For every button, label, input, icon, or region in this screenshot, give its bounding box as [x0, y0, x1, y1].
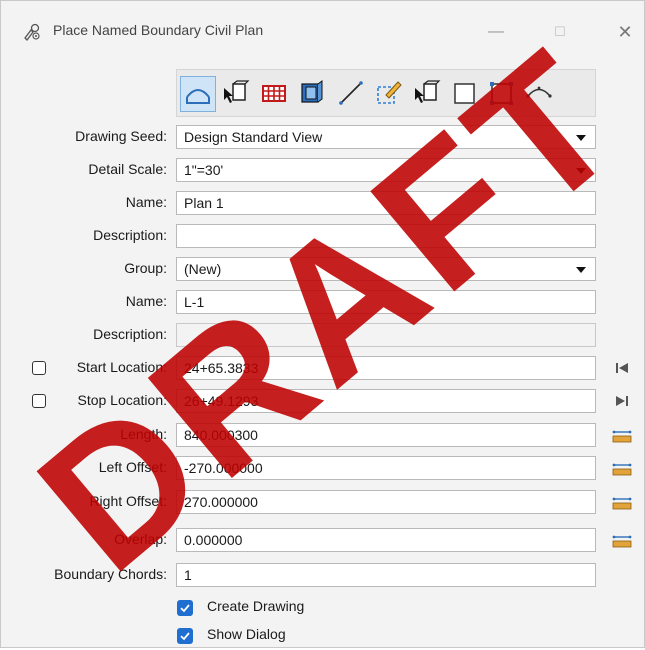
chevron-down-icon — [576, 168, 586, 174]
tool-button-9[interactable] — [484, 76, 520, 112]
line-icon — [339, 81, 363, 105]
start-location-label: Start Location: — [76, 359, 167, 375]
stop-location-row: Stop Location: 26+49.1293 — [1, 389, 644, 413]
left-offset-label: Left Offset: — [98, 459, 167, 475]
group-name-label: Name: — [125, 293, 167, 309]
stop-location-checkbox[interactable] — [32, 394, 46, 408]
go-to-end-icon[interactable] — [611, 390, 633, 412]
method-toolbar — [176, 69, 596, 117]
length-label: Length: — [120, 426, 167, 442]
drawing-seed-label: Drawing Seed: — [75, 128, 167, 144]
show-dialog-row: Show Dialog — [1, 626, 644, 650]
group-name-row: Name: L-1 — [1, 290, 644, 314]
minimize-button[interactable]: — — [482, 19, 510, 45]
description-row: Description: — [1, 224, 644, 248]
tool-button-6[interactable] — [372, 76, 408, 112]
grid-icon — [262, 85, 286, 102]
tool-button-3[interactable] — [257, 76, 293, 112]
boundary-chords-label: Boundary Chords: — [54, 566, 167, 582]
drawing-seed-row: Drawing Seed: Design Standard View — [1, 125, 644, 149]
civil-plan-icon — [186, 89, 210, 104]
group-value: (New) — [184, 261, 222, 277]
measure-icon[interactable] — [611, 529, 633, 551]
create-drawing-label: Create Drawing — [207, 598, 305, 614]
3d-volume-icon — [301, 80, 323, 103]
group-description-input[interactable] — [176, 323, 596, 347]
tool-button-10[interactable] — [522, 76, 558, 112]
stop-location-label: Stop Location: — [77, 392, 167, 408]
left-offset-row: Left Offset: -270.000000 — [1, 456, 644, 480]
group-description-label: Description: — [93, 326, 167, 342]
name-input[interactable]: Plan 1 — [176, 191, 596, 215]
boundary-chords-row: Boundary Chords: 1 — [1, 563, 644, 587]
group-row: Group: (New) — [1, 257, 644, 281]
checkmark-icon — [180, 632, 190, 641]
boundary-chords-input[interactable]: 1 — [176, 563, 596, 587]
chevron-down-icon — [576, 135, 586, 141]
checkmark-icon — [180, 604, 190, 613]
go-to-start-icon[interactable] — [611, 357, 633, 379]
group-label: Group: — [124, 260, 167, 276]
group-description-row: Description: — [1, 323, 644, 347]
overlap-label: Overlap: — [114, 531, 167, 547]
name-label: Name: — [125, 194, 167, 210]
tool-button-7[interactable] — [410, 76, 446, 112]
right-offset-label: Right Offset: — [89, 493, 167, 509]
measure-icon[interactable] — [611, 491, 633, 513]
length-row: Length: 840.000300 — [1, 423, 644, 447]
dialog-window: Place Named Boundary Civil Plan — ☐ ✕ Dr… — [0, 0, 645, 648]
tool-button-5[interactable] — [334, 76, 370, 112]
description-label: Description: — [93, 227, 167, 243]
civil-tools-icon — [24, 23, 40, 41]
civil-profile-icon — [526, 86, 552, 98]
start-location-input[interactable]: 24+65.3833 — [176, 356, 596, 380]
stop-location-input[interactable]: 26+49.1293 — [176, 389, 596, 413]
tool-button-8[interactable] — [447, 76, 483, 112]
drawing-seed-value: Design Standard View — [184, 129, 323, 145]
overlap-input[interactable]: 0.000000 — [176, 528, 596, 552]
drawing-seed-dropdown[interactable]: Design Standard View — [176, 125, 596, 149]
name-row: Name: Plan 1 — [1, 191, 644, 215]
square-icon — [454, 83, 475, 104]
chevron-down-icon — [576, 267, 586, 273]
window-title: Place Named Boundary Civil Plan — [53, 22, 264, 38]
civil-plan-tool-button[interactable] — [180, 76, 216, 112]
dashed-square-pen-icon — [377, 81, 402, 104]
right-offset-input[interactable]: 270.000000 — [176, 490, 596, 514]
group-name-input[interactable]: L-1 — [176, 290, 596, 314]
left-offset-input[interactable]: -270.000000 — [176, 456, 596, 480]
tool-button-2[interactable] — [219, 76, 255, 112]
detail-scale-dropdown[interactable]: 1"=30' — [176, 158, 596, 182]
corner-square-icon — [490, 82, 513, 105]
overlap-row: Overlap: 0.000000 — [1, 528, 644, 552]
start-location-row: Start Location: 24+65.3833 — [1, 356, 644, 380]
description-input[interactable] — [176, 224, 596, 248]
maximize-button[interactable]: ☐ — [546, 19, 574, 45]
measure-icon[interactable] — [611, 424, 633, 446]
tool-button-4[interactable] — [294, 76, 330, 112]
create-drawing-row: Create Drawing — [1, 596, 644, 620]
start-location-checkbox[interactable] — [32, 361, 46, 375]
show-dialog-checkbox[interactable] — [177, 628, 193, 644]
show-dialog-label: Show Dialog — [207, 626, 286, 642]
title-bar: Place Named Boundary Civil Plan — ☐ ✕ — [1, 1, 644, 63]
arrow-cube-icon — [415, 80, 441, 103]
detail-scale-row: Detail Scale: 1"=30' — [1, 158, 644, 182]
detail-scale-label: Detail Scale: — [88, 161, 167, 177]
measure-icon[interactable] — [611, 457, 633, 479]
arrow-cube-icon — [224, 80, 250, 103]
create-drawing-checkbox[interactable] — [177, 600, 193, 616]
detail-scale-value: 1"=30' — [184, 162, 224, 178]
close-button[interactable]: ✕ — [611, 19, 639, 45]
group-dropdown[interactable]: (New) — [176, 257, 596, 281]
length-input[interactable]: 840.000300 — [176, 423, 596, 447]
right-offset-row: Right Offset: 270.000000 — [1, 490, 644, 514]
